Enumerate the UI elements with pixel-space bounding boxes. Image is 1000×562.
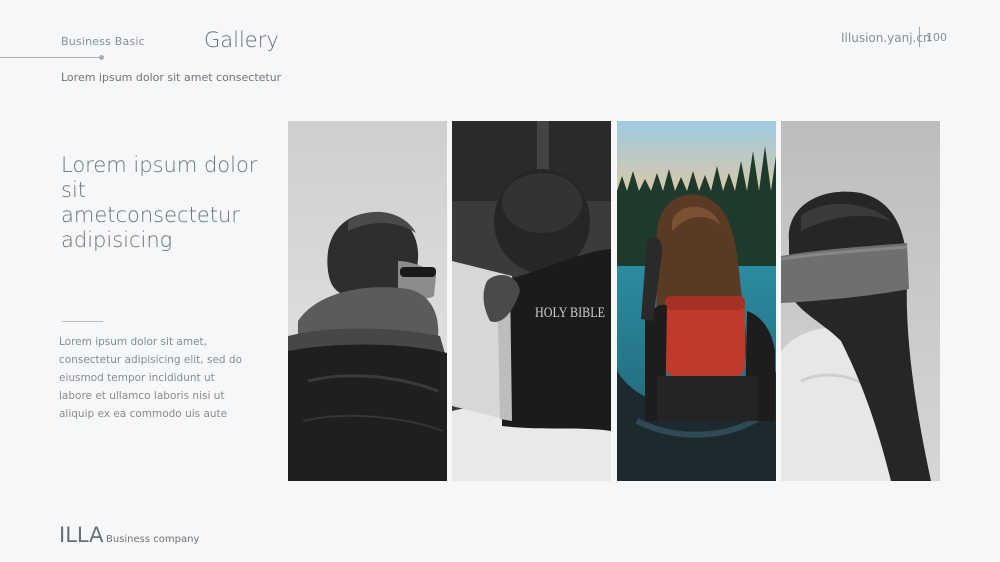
body-paragraph: Lorem ipsum dolor sit amet, consectetur … [59, 336, 243, 420]
header-divider-line [0, 57, 101, 58]
site-divider [919, 27, 920, 47]
site-link[interactable]: Illusion.yanj.cn [841, 31, 931, 45]
accent-divider [62, 321, 103, 322]
person-scarf-sunglasses-photo [288, 121, 447, 481]
woman-in-canoe-photo [617, 121, 776, 481]
gallery-photo-2: HOLY BIBLE [452, 121, 611, 481]
child-reading-holy-bible-photo: HOLY BIBLE [452, 121, 611, 481]
gallery-photo-3 [617, 121, 776, 481]
gallery-photo-4 [781, 121, 940, 481]
blindfolded-woman-photo [781, 121, 940, 481]
brand-tagline: Business company [106, 534, 200, 545]
headline: Lorem ipsum dolor sit ametconsectetur ad… [61, 153, 258, 252]
page-subtitle: Lorem ipsum dolor sit amet consectetur [61, 71, 282, 84]
brand-logo: ILLA [59, 523, 104, 547]
header-divider-dot [99, 55, 104, 60]
page-title: Gallery [204, 28, 279, 52]
section-kicker: Business Basic [61, 35, 145, 48]
gallery-photo-1 [288, 121, 447, 481]
page-number: 100 [926, 31, 947, 44]
book-title-text: HOLY BIBLE [535, 305, 605, 321]
